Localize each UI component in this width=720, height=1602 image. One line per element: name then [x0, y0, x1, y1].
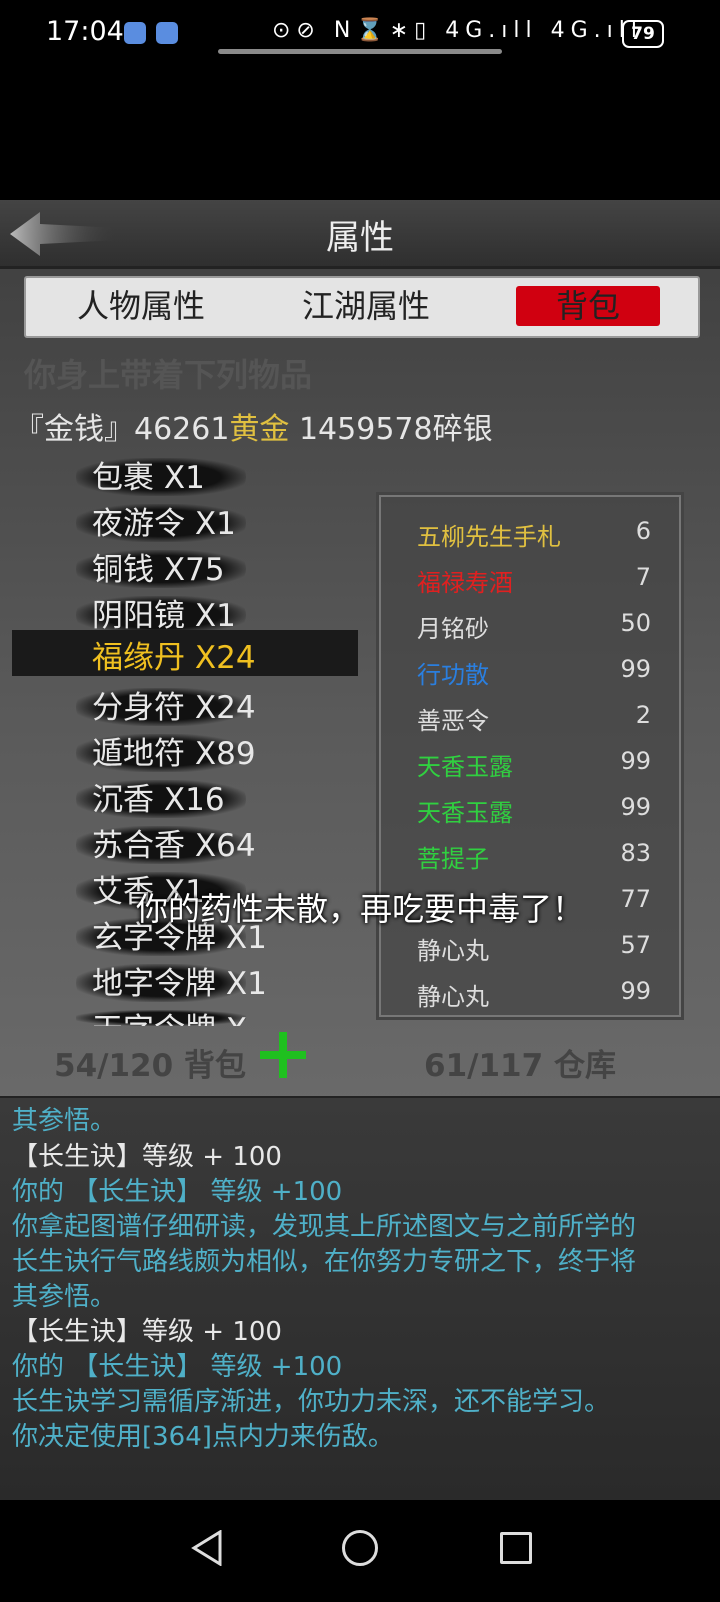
side-item-count: 99: [620, 977, 651, 1005]
item-label: 天字令牌 X2: [92, 1010, 246, 1026]
tab-backpack[interactable]: 背包: [516, 286, 660, 326]
side-item-name: 月铭砂: [417, 615, 489, 643]
list-item[interactable]: 沉香 X16: [76, 780, 246, 818]
list-item[interactable]: 包裹 X1: [76, 458, 246, 496]
status-bar: 17:04 ⊙⊘ N⌛∗▯ 4G.ıll 4G.ıll 79: [0, 0, 720, 70]
side-item-name: 五柳先生手札: [417, 523, 561, 551]
side-item[interactable]: 五柳先生手札 6: [417, 517, 657, 557]
log-line: 你决定使用[364]点内力来伤敌。: [12, 1422, 394, 1452]
side-item-count: 83: [620, 839, 651, 867]
item-label: 福缘丹 X24: [92, 640, 256, 676]
side-item[interactable]: 福禄寿酒 7: [417, 563, 657, 603]
item-label: 分身符 X24: [92, 690, 256, 726]
data-transfer-icon: [124, 22, 146, 44]
wifi-icon: [156, 22, 178, 44]
side-item[interactable]: 月铭砂 50: [417, 609, 657, 649]
item-label: 夜游令 X1: [92, 506, 236, 542]
storage-count[interactable]: 61/117 仓库: [424, 1040, 616, 1085]
item-label: 阴阳镜 X1: [92, 598, 236, 634]
bag-count[interactable]: 54/120 背包: [54, 1040, 246, 1085]
log-line: 你拿起图谱仔细研读，发现其上所述图文与之前所学的: [12, 1212, 637, 1242]
status-time: 17:04: [46, 16, 124, 47]
log-line: 你的 【长生诀】 等级 +100: [12, 1177, 343, 1207]
navigation-bar: [0, 1500, 720, 1602]
list-item[interactable]: 苏合香 X64: [76, 826, 256, 864]
page-title: 属性: [326, 218, 394, 258]
side-item[interactable]: 静心丸 57: [417, 931, 657, 971]
side-item-name: 天香玉露: [417, 799, 513, 827]
side-item-count: 6: [635, 517, 651, 545]
side-item[interactable]: 善恶令 2: [417, 701, 657, 741]
side-item-name: 静心丸: [417, 937, 489, 965]
item-label: 苏合香 X64: [92, 828, 256, 864]
gesture-bar: [218, 49, 502, 54]
game-screen: 属性 人物属性 江湖属性 背包 你身上带着下列物品 『金钱』46261黄金 14…: [0, 200, 720, 1502]
carry-heading: 你身上带着下列物品: [24, 356, 313, 394]
money-gold-label: 黄金: [229, 412, 290, 447]
money-prefix: 『金钱』46261: [14, 412, 230, 447]
list-item[interactable]: 分身符 X24: [76, 688, 256, 726]
list-item[interactable]: 地字令牌 X1: [76, 964, 267, 1002]
battery-icon: 79: [622, 20, 664, 48]
item-label: 铜钱 X75: [92, 552, 225, 588]
side-item-count: 99: [620, 655, 651, 683]
log-line: 【长生诀】等级 + 100: [12, 1317, 282, 1347]
message-log: 其参悟。 【长生诀】等级 + 100 你的 【长生诀】 等级 +100 你拿起图…: [0, 1096, 720, 1502]
tab-jianghu-attributes[interactable]: 江湖属性: [286, 286, 446, 326]
side-item-count: 7: [635, 563, 651, 591]
side-item[interactable]: 静心丸 99: [417, 977, 657, 1017]
log-line: 其参悟。: [12, 1106, 117, 1136]
side-item[interactable]: 天香玉露 99: [417, 747, 657, 787]
side-item[interactable]: 行功散 99: [417, 655, 657, 695]
side-item-name: 善恶令: [417, 707, 489, 735]
side-item-count: 99: [620, 793, 651, 821]
side-item-count: 99: [620, 747, 651, 775]
storage-bar: 54/120 背包 61/117 仓库: [0, 1026, 720, 1096]
item-label: 包裹 X1: [92, 460, 205, 496]
log-line: 长生诀行气路线颇为相似，在你努力专研之下，终于将: [12, 1247, 637, 1277]
money-suffix: 1459578碎银: [289, 412, 493, 447]
nav-recents-icon[interactable]: [500, 1532, 532, 1564]
list-item[interactable]: 阴阳镜 X1: [76, 596, 246, 634]
log-line: 其参悟。: [12, 1282, 117, 1312]
plus-icon[interactable]: [260, 1032, 306, 1078]
list-item[interactable]: 夜游令 X1: [76, 504, 246, 542]
side-item-panel: 五柳先生手札 6 福禄寿酒 7 月铭砂 50 行功散 99 善恶令 2 天香玉露 99 天香…: [376, 492, 684, 1020]
list-item[interactable]: 铜钱 X75: [76, 550, 246, 588]
tab-character-attributes[interactable]: 人物属性: [66, 286, 216, 326]
side-item-count: 57: [620, 931, 651, 959]
item-label: 地字令牌 X1: [92, 966, 267, 1002]
log-line: 【长生诀】等级 + 100: [12, 1142, 282, 1172]
side-item-name: 菩提子: [417, 845, 489, 873]
side-item-name: 天香玉露: [417, 753, 513, 781]
list-item[interactable]: 天字令牌 X2: [76, 1010, 246, 1026]
side-item-name: 行功散: [417, 661, 489, 689]
side-item-count: 2: [635, 701, 651, 729]
list-item[interactable]: 遁地符 X89: [76, 734, 256, 772]
tab-bar: 人物属性 江湖属性 背包: [24, 276, 700, 338]
log-line: 你的 【长生诀】 等级 +100: [12, 1352, 343, 1382]
side-item-name: 福禄寿酒: [417, 569, 513, 597]
item-label: 沉香 X16: [92, 782, 225, 818]
side-item-count: 50: [620, 609, 651, 637]
list-item-selected[interactable]: 福缘丹 X24: [12, 630, 358, 676]
title-bar: 属性: [0, 200, 720, 269]
side-item[interactable]: 菩提子 83: [417, 839, 657, 879]
toast-message: 你的药性未散，再吃要中毒了！: [135, 890, 584, 928]
log-line: 长生诀学习需循序渐进，你功力未深，还不能学习。: [12, 1387, 611, 1417]
item-label: 遁地符 X89: [92, 736, 256, 772]
money-line: 『金钱』46261黄金 1459578碎银: [14, 404, 493, 448]
nav-back-icon[interactable]: [190, 1530, 226, 1566]
nav-home-icon[interactable]: [342, 1530, 378, 1566]
side-item[interactable]: 天香玉露 99: [417, 793, 657, 833]
side-item-name: 静心丸: [417, 983, 489, 1011]
status-icons: ⊙⊘ N⌛∗▯ 4G.ıll 4G.ıll: [272, 18, 643, 43]
